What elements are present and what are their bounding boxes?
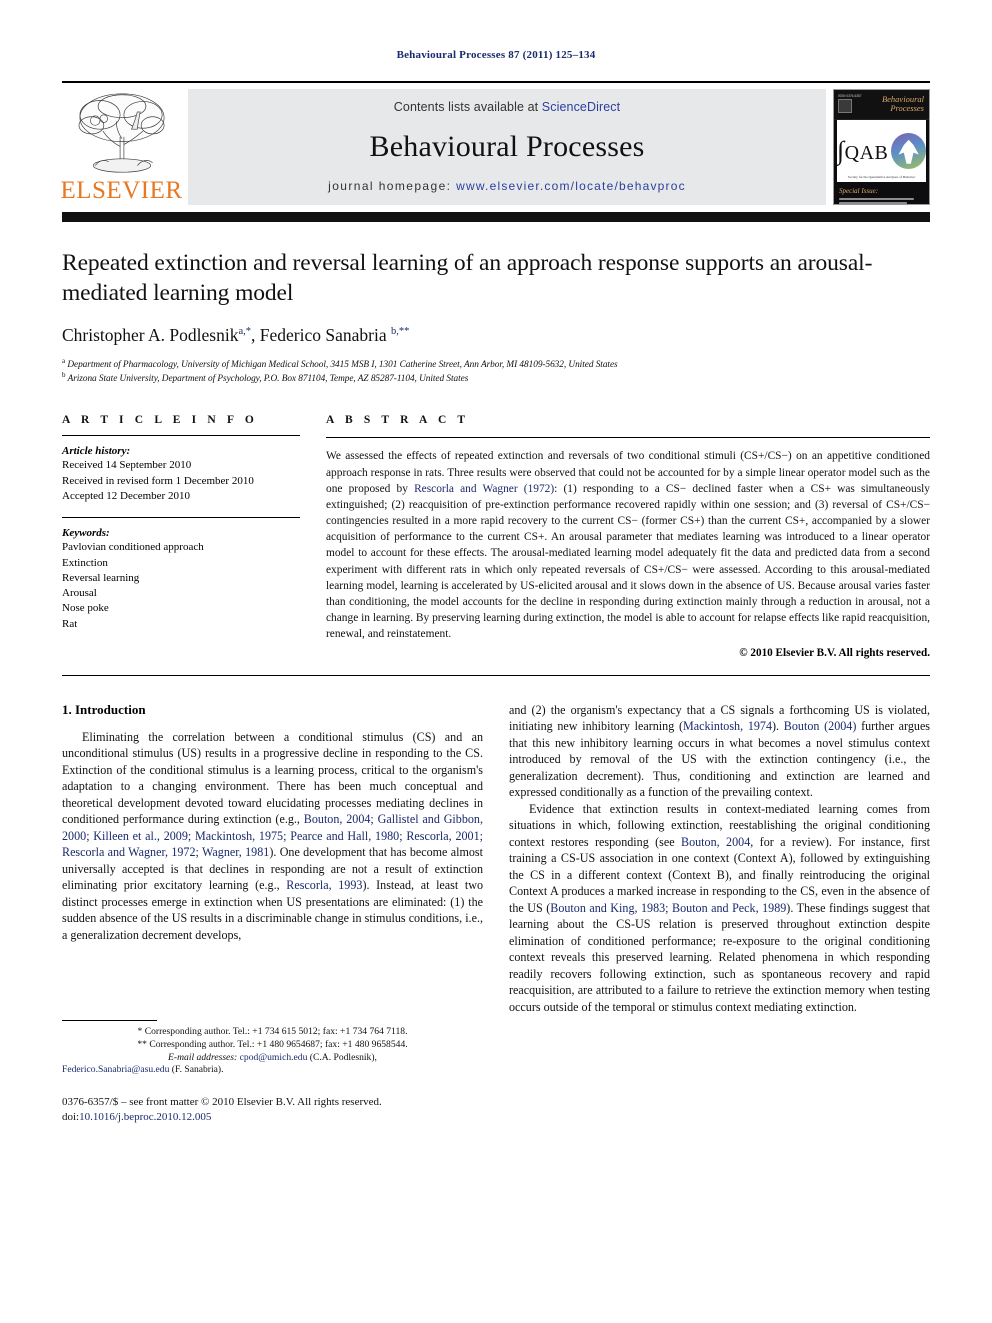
affiliation-b-text: Arizona State University, Department of … (67, 374, 469, 385)
abstract-citation-1[interactable]: Rescorla and Wagner (1972) (414, 483, 554, 495)
footnote-emails-line-1: E-mail addresses: cpod@umich.edu (C.A. P… (62, 1052, 483, 1065)
author-2-name: Federico Sanabria (259, 325, 387, 346)
journal-band: Contents lists available at ScienceDirec… (188, 89, 826, 205)
journal-homepage-line: journal homepage: www.elsevier.com/locat… (328, 179, 686, 193)
email-link-1[interactable]: cpod@umich.edu (240, 1052, 308, 1063)
author-2-marker[interactable]: b,** (391, 326, 409, 337)
elsevier-wordmark: ELSEVIER (60, 177, 183, 204)
author-list: Christopher A. Podlesnika,*, Federico Sa… (62, 325, 410, 346)
running-head: Behavioural Processes 87 (2011) 125–134 (396, 49, 596, 61)
section-divider (62, 674, 930, 676)
journal-homepage-link[interactable]: www.elsevier.com/locate/behavproc (456, 179, 686, 193)
intro-citation-mackintosh[interactable]: Mackintosh, 1974 (683, 719, 772, 733)
intro-citation-group-2[interactable]: Rescorla, 1993 (286, 878, 362, 892)
cover-journal-title: Behavioural Processes (882, 95, 924, 113)
dove-icon (898, 139, 919, 164)
elsevier-tree-icon (78, 93, 164, 173)
journal-cover-thumbnail[interactable]: ISSN 0376-6357 Behavioural Processes ∫QA… (833, 89, 930, 205)
contents-available-line: Contents lists available at ScienceDirec… (394, 100, 620, 114)
section-heading-introduction: 1. Introduction (62, 701, 146, 717)
affiliation-a: a Department of Pharmacology, University… (62, 357, 930, 370)
cover-title-line2: Processes (890, 102, 924, 113)
qab-letters: QAB (844, 142, 889, 164)
cover-special-issue-label: Special Issue: (839, 187, 879, 195)
homepage-prefix: journal homepage: (328, 179, 457, 193)
intro-citation-bouton-review[interactable]: Bouton, 2004 (681, 835, 750, 849)
affiliation-b: b Arizona State University, Department o… (62, 371, 930, 384)
keyword-item: Nose poke (62, 602, 109, 615)
keyword-item: Arousal (62, 587, 97, 600)
footnote-corresponding-2: ** Corresponding author. Tel.: +1 480 96… (137, 1038, 408, 1050)
affiliation-a-marker: a (62, 357, 66, 366)
title-block: Repeated extinction and reversal learnin… (62, 248, 930, 384)
email-addresses-label: E-mail addresses: (168, 1051, 238, 1063)
footnote-corresponding-1: * Corresponding author. Tel.: +1 734 615… (137, 1025, 408, 1037)
article-info-column: A R T I C L E I N F O Article history: R… (62, 414, 300, 658)
affiliations: a Department of Pharmacology, University… (62, 357, 930, 384)
email-owner-1: (C.A. Podlesnik), (307, 1051, 377, 1063)
abstract-rule (326, 437, 930, 439)
body-column-left: 1. Introduction Eliminating the correlat… (62, 702, 483, 1126)
cover-header: ISSN 0376-6357 Behavioural Processes (834, 90, 929, 120)
history-received: Received 14 September 2010 (62, 459, 192, 472)
intro-citation-bouton-2004[interactable]: Bouton (2004) (784, 719, 857, 733)
cover-issn: ISSN 0376-6357 (838, 94, 862, 98)
journal-title: Behavioural Processes (369, 129, 645, 163)
keywords-rule (62, 517, 300, 519)
intro-p2-b: ). (772, 719, 784, 734)
email-owner-2: (F. Sanabria). (169, 1064, 224, 1076)
abstract-part-2: : (1) responding to a CS− declined faste… (326, 482, 930, 641)
doi-prefix: doi: (62, 1111, 80, 1124)
keywords-label: Keywords: (62, 527, 110, 540)
keyword-item: Extinction (62, 556, 108, 569)
masthead-divider (62, 212, 930, 222)
qab-orb-icon (891, 133, 926, 169)
intro-paragraph-1: Eliminating the correlation between a co… (62, 729, 483, 944)
abstract-column: A B S T R A C T We assessed the effects … (326, 414, 930, 659)
qab-caption: Society for the Quantitative Analyses of… (847, 175, 916, 179)
body-column-right: and (2) the organism's expectancy that a… (509, 702, 930, 1126)
cover-artwork: ∫QAB Society for the Quantitative Analys… (837, 120, 926, 182)
author-1-marker[interactable]: a,* (238, 326, 251, 337)
qab-emblem-text: ∫QAB (837, 136, 889, 165)
affiliation-a-text: Department of Pharmacology, University o… (67, 360, 618, 371)
frontmatter-line: 0376-6357/$ – see front matter © 2010 El… (62, 1096, 382, 1109)
article-history-label: Article history: (62, 445, 131, 458)
info-abstract-section: A R T I C L E I N F O Article history: R… (62, 414, 930, 659)
doi-line: doi:10.1016/j.beproc.2010.12.005 (62, 1110, 483, 1125)
intro-p3-c: ). These findings suggest that learning … (509, 900, 931, 1014)
abstract-label: A B S T R A C T (326, 414, 470, 427)
copyright-line: © 2010 Elsevier B.V. All rights reserved… (739, 646, 930, 659)
keyword-item: Reversal learning (62, 571, 140, 584)
email-link-2[interactable]: Federico.Sanabria@asu.edu (62, 1064, 169, 1075)
author-1-name: Christopher A. Podlesnik (62, 325, 239, 346)
elsevier-logo: ELSEVIER (60, 89, 183, 205)
article-page: Behavioural Processes 87 (2011) 125–134 (0, 0, 992, 1323)
affiliation-b-marker: b (62, 371, 66, 380)
history-accepted: Accepted 12 December 2010 (62, 489, 190, 502)
journal-masthead: ELSEVIER Contents lists available at Sci… (60, 81, 930, 205)
intro-paragraph-2: and (2) the organism's expectancy that a… (509, 702, 930, 801)
body-columns: 1. Introduction Eliminating the correlat… (62, 702, 930, 1126)
page-title: Repeated extinction and reversal learnin… (62, 250, 873, 307)
abstract-text: We assessed the effects of repeated exti… (326, 448, 930, 642)
doi-link[interactable]: 10.1016/j.beproc.2010.12.005 (79, 1111, 211, 1123)
cover-footer: Special Issue: (834, 182, 929, 204)
footnote-rule (62, 1019, 157, 1021)
keyword-item: Pavlovian conditioned approach (62, 541, 204, 554)
intro-paragraph-3: Evidence that extinction results in cont… (509, 801, 930, 1016)
keywords-block: Keywords: Pavlovian conditioned approach… (62, 527, 300, 631)
footnote-emails-line-2: Federico.Sanabria@asu.edu (F. Sanabria). (62, 1064, 483, 1077)
history-revised: Received in revised form 1 December 2010 (62, 474, 254, 487)
article-info-label: A R T I C L E I N F O (62, 414, 258, 427)
cover-corner-mark (838, 99, 852, 113)
sciencedirect-link[interactable]: ScienceDirect (542, 100, 620, 114)
footnote-block: * Corresponding author. Tel.: +1 734 615… (62, 1019, 483, 1125)
keyword-item: Rat (62, 617, 78, 630)
intro-citation-bouton-king-peck[interactable]: Bouton and King, 1983; Bouton and Peck, … (550, 901, 786, 915)
article-info-rule (62, 435, 300, 437)
contents-prefix: Contents lists available at (393, 100, 542, 114)
cover-footer-lines (839, 198, 924, 204)
